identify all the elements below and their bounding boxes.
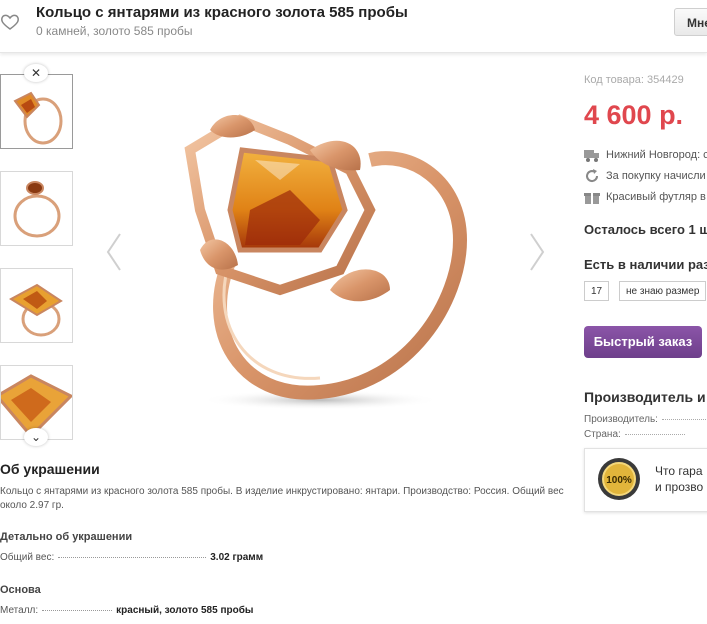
dotted-leader	[661, 418, 707, 420]
producer-label: Производитель:	[584, 414, 658, 425]
ring-thumbnail-image	[8, 283, 63, 337]
bonus-info: За покупку начисли	[584, 169, 706, 183]
chevron-right-icon[interactable]	[527, 232, 547, 272]
spec-label: Общий вес:	[0, 552, 55, 563]
spec-value: красный, золото 585 пробы	[116, 605, 254, 616]
ring-thumbnail-image	[13, 181, 61, 238]
about-description: Кольцо с янтарями из красного золота 585…	[0, 486, 564, 511]
seal-text: 100%	[606, 475, 632, 486]
product-header: Кольцо с янтарями из красного золота 585…	[0, 0, 707, 53]
country-row: Страна:	[584, 429, 685, 440]
heart-outline-icon[interactable]	[0, 12, 20, 32]
delivery-info: Нижний Новгород: с	[584, 148, 707, 162]
chevron-down-icon[interactable]: ⌄	[24, 428, 48, 446]
chevron-left-icon[interactable]	[104, 232, 124, 272]
size-option[interactable]: 17	[584, 281, 610, 301]
country-label: Страна:	[584, 429, 621, 440]
stock-status: Осталось всего 1 ш	[584, 222, 707, 237]
product-main-image	[184, 114, 468, 410]
manufacturer-heading: Производитель и	[584, 389, 706, 405]
guarantee-seal-icon: 100%	[598, 458, 640, 500]
availability-heading: Есть в наличии раз	[584, 257, 707, 272]
producer-row: Производитель:	[584, 414, 707, 425]
spec-value: 3.02 грамм	[210, 552, 264, 563]
truck-icon	[584, 150, 599, 162]
product-subtitle: 0 камней, золото 585 пробы	[36, 24, 193, 38]
quick-order-button[interactable]: Быстрый заказ	[584, 326, 702, 358]
spec-label: Металл:	[0, 605, 39, 616]
dotted-leader	[42, 609, 113, 611]
delivery-text: Нижний Новгород: с	[606, 148, 707, 161]
details-heading: Детально об украшении	[0, 531, 133, 543]
base-heading: Основа	[0, 584, 41, 596]
guarantee-banner[interactable]: 100% Что гара и прозво	[584, 448, 707, 512]
dotted-leader	[624, 433, 685, 435]
ring-thumbnail-image	[13, 91, 63, 145]
close-icon[interactable]: ✕	[24, 64, 48, 82]
thumbnail[interactable]	[0, 268, 73, 343]
spec-row-metal: Металл: красный, золото 585 пробы	[0, 605, 253, 616]
thumbnail-strip	[0, 52, 76, 442]
gift-info: Красивый футляр в	[584, 190, 706, 204]
product-title: Кольцо с янтарями из красного золота 585…	[36, 4, 408, 21]
thumbnail[interactable]	[0, 74, 73, 149]
header-action-button[interactable]: Мне	[674, 8, 707, 36]
guarantee-text: Что гара и прозво	[655, 463, 703, 495]
spec-row-weight: Общий вес: 3.02 грамм	[0, 552, 263, 563]
bonus-text: За покупку начисли	[606, 169, 706, 182]
product-price: 4 600 р.	[584, 100, 684, 130]
gift-text: Красивый футляр в	[606, 190, 706, 203]
guarantee-line: Что гара	[655, 464, 703, 478]
guarantee-line: и прозво	[655, 480, 704, 494]
thumbnail[interactable]	[0, 171, 73, 246]
size-option-unknown[interactable]: не знаю размер	[619, 281, 707, 301]
gift-icon	[584, 193, 600, 204]
about-heading: Об украшении	[0, 461, 100, 477]
refresh-icon	[586, 169, 599, 183]
product-sku: Код товара: 354429	[584, 74, 684, 86]
dotted-leader	[58, 556, 207, 558]
